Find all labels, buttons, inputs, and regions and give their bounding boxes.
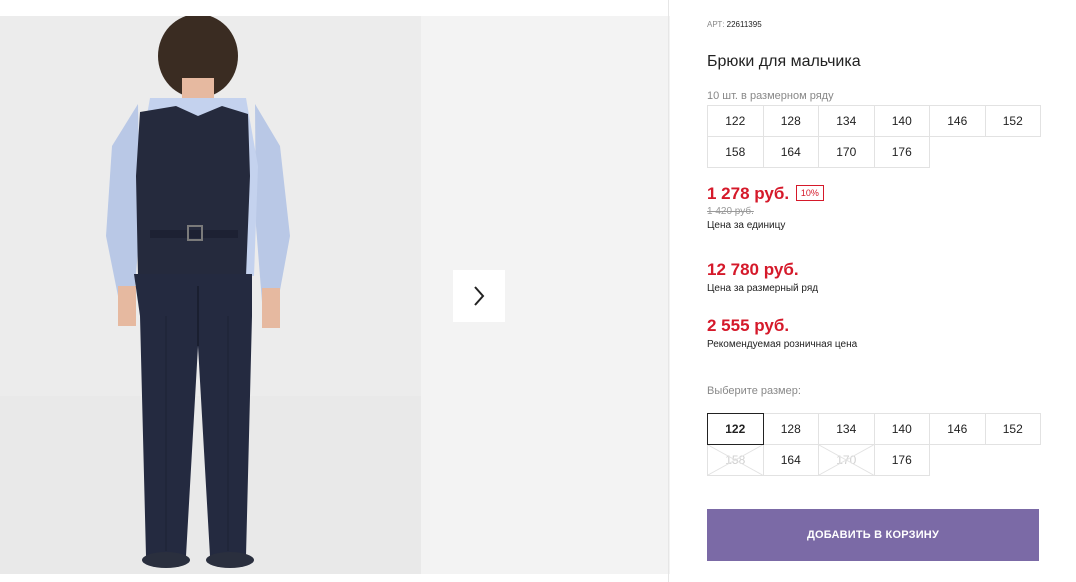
product-photo-illustration: [0, 16, 421, 574]
size-range-cell: 152: [984, 105, 1041, 137]
old-price: 1 420 руб.: [707, 206, 754, 217]
range-count-note: 10 шт. в размерном ряду: [707, 90, 834, 102]
size-option-146[interactable]: 146: [929, 413, 986, 445]
size-range-cell: 158: [707, 136, 764, 168]
unit-price-block: 1 278 руб. 10% 1 420 руб. Цена за единиц…: [707, 184, 824, 231]
unit-price-value: 1 278 руб.: [707, 184, 790, 203]
size-range-cell: 122: [707, 105, 764, 137]
unavailable-cross-icon: [708, 445, 763, 475]
size-range-cell: 140: [873, 105, 930, 137]
size-range-cell: 170: [818, 136, 875, 168]
range-price: 12 780 руб.: [707, 260, 799, 279]
article-number: АРТ: 22611395: [707, 20, 762, 29]
size-option-134[interactable]: 134: [818, 413, 875, 445]
choose-size-label: Выберите размер:: [707, 385, 801, 397]
size-range-cell: 128: [762, 105, 819, 137]
unit-price-note: Цена за единицу: [707, 220, 786, 231]
size-range-grid: 122 128 134 140 146 152 158 164 170 176: [707, 105, 1046, 169]
size-option-158-unavailable: 158: [707, 444, 764, 476]
retail-price-note: Рекомендуемая розничная цена: [707, 339, 858, 350]
size-option-152[interactable]: 152: [984, 413, 1041, 445]
article-label: АРТ:: [707, 20, 725, 29]
size-option-128[interactable]: 128: [762, 413, 819, 445]
discount-badge: 10%: [795, 184, 824, 201]
product-photo-back-view[interactable]: [0, 16, 421, 574]
unit-price: 1 278 руб. 10%: [707, 184, 824, 204]
article-value: 22611395: [726, 20, 762, 29]
size-range-cell: 176: [873, 136, 930, 168]
add-to-cart-button[interactable]: ДОБАВИТЬ В КОРЗИНУ: [707, 509, 1039, 561]
size-option-164[interactable]: 164: [762, 444, 819, 476]
retail-price: 2 555 руб.: [707, 316, 790, 335]
column-divider: [668, 0, 669, 582]
unavailable-cross-icon: [819, 445, 874, 475]
size-range-cell: 146: [929, 105, 986, 137]
size-option-140[interactable]: 140: [873, 413, 930, 445]
size-option-122[interactable]: 122: [707, 413, 764, 445]
size-option-170-unavailable: 170: [818, 444, 875, 476]
retail-price-block: 2 555 руб. Рекомендуемая розничная цена: [707, 316, 857, 350]
range-price-block: 12 780 руб. Цена за размерный ряд: [707, 260, 818, 294]
size-option-176[interactable]: 176: [873, 444, 930, 476]
size-range-cell: 164: [762, 136, 819, 168]
product-gallery: [0, 16, 670, 574]
chevron-right-icon: [474, 286, 485, 306]
range-price-note: Цена за размерный ряд: [707, 283, 819, 294]
size-select-grid: 122 128 134 140 146 152 158 164 170: [707, 413, 1046, 477]
size-range-cell: 134: [818, 105, 875, 137]
product-title: Брюки для мальчика: [707, 53, 861, 70]
gallery-next-button[interactable]: [453, 270, 505, 322]
